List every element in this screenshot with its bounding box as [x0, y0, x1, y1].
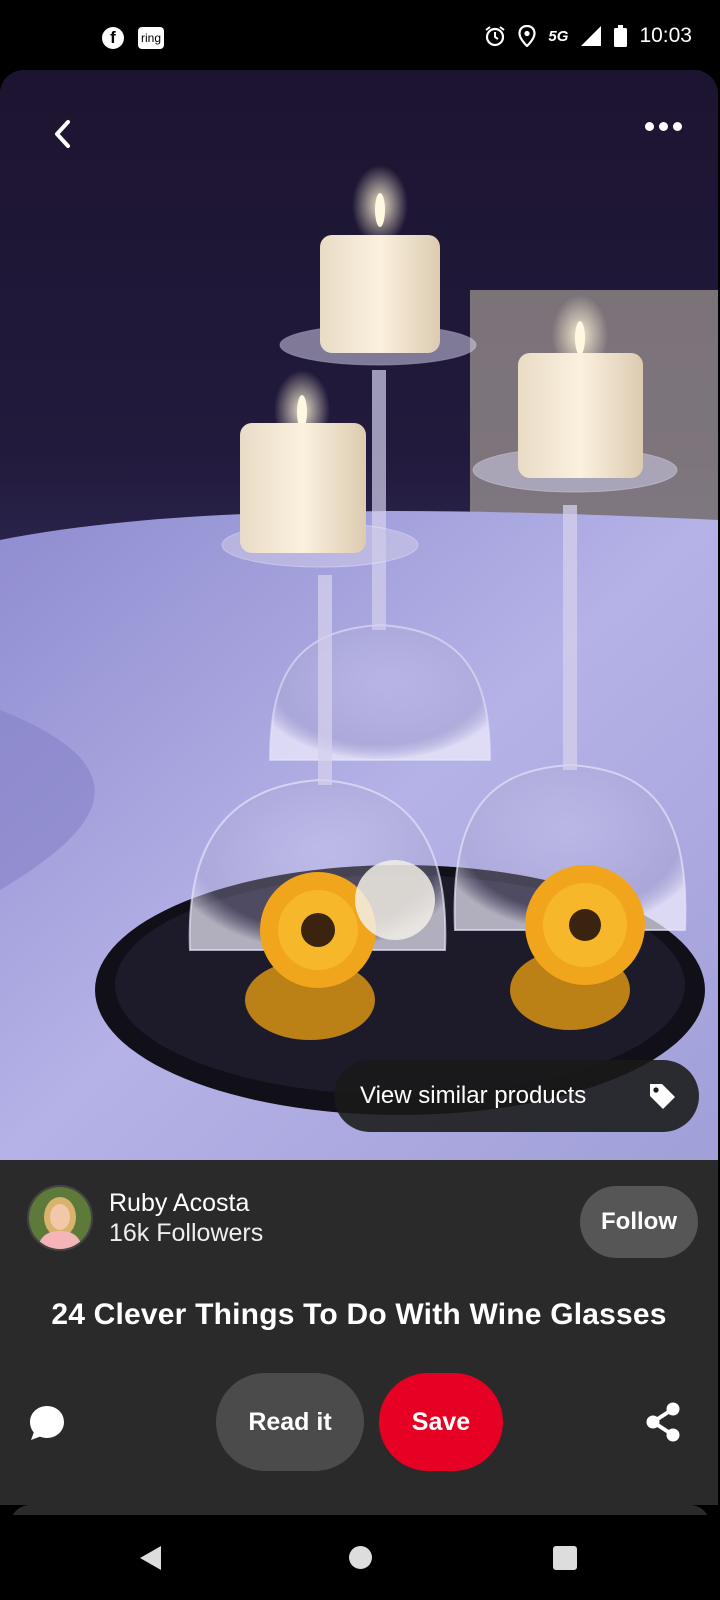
signal-icon: [581, 26, 602, 46]
pin-card: View similar products Ruby Acosta 16k Fo…: [0, 70, 718, 1505]
avatar[interactable]: [27, 1185, 93, 1251]
comment-icon: [30, 1406, 64, 1440]
pin-photo: [0, 70, 718, 1160]
clock: 10:03: [639, 24, 692, 47]
creator-text: Ruby Acosta 16k Followers: [109, 1188, 263, 1248]
battery-icon: [614, 25, 628, 47]
nav-recents-icon[interactable]: [553, 1546, 577, 1570]
right-sunflower: [525, 865, 645, 985]
creator-name[interactable]: Ruby Acosta: [109, 1188, 263, 1218]
back-button[interactable]: [48, 114, 78, 154]
pin-image[interactable]: View similar products: [0, 70, 718, 1160]
comment-button[interactable]: [27, 1403, 67, 1443]
nav-back-icon[interactable]: [139, 1545, 163, 1571]
location-icon: [518, 25, 537, 47]
view-similar-label: View similar products: [360, 1082, 587, 1109]
follow-button[interactable]: Follow: [580, 1186, 698, 1258]
status-bar: f ring 5G 10:03: [0, 0, 720, 70]
network-type: 5G: [548, 27, 569, 45]
notification-icons: f ring: [102, 27, 165, 49]
avatar-photo: [29, 1187, 91, 1249]
pin-title: 24 Clever Things To Do With Wine Glasses: [51, 1298, 667, 1331]
follower-count: 16k Followers: [109, 1219, 264, 1247]
system-icons: 5G 10:03: [484, 24, 692, 48]
facebook-icon: f: [102, 27, 124, 49]
share-icon: [646, 1402, 680, 1442]
share-button[interactable]: [643, 1401, 683, 1443]
read-it-button[interactable]: Read it: [216, 1373, 364, 1471]
save-button[interactable]: Save: [379, 1373, 503, 1471]
creator-info[interactable]: Ruby Acosta 16k Followers: [27, 1185, 263, 1251]
view-similar-products-button[interactable]: View similar products: [334, 1060, 699, 1132]
tag-icon: [650, 1084, 675, 1109]
alarm-icon: [485, 26, 506, 47]
navigation-bar: [0, 1515, 720, 1600]
ring-icon: ring: [138, 27, 165, 49]
more-dot-icon: [645, 122, 654, 131]
chevron-left-icon: [55, 120, 70, 148]
more-dot-icon: [659, 122, 668, 131]
more-options-button[interactable]: [645, 122, 682, 131]
more-dot-icon: [673, 122, 682, 131]
nav-home-icon[interactable]: [349, 1546, 372, 1569]
